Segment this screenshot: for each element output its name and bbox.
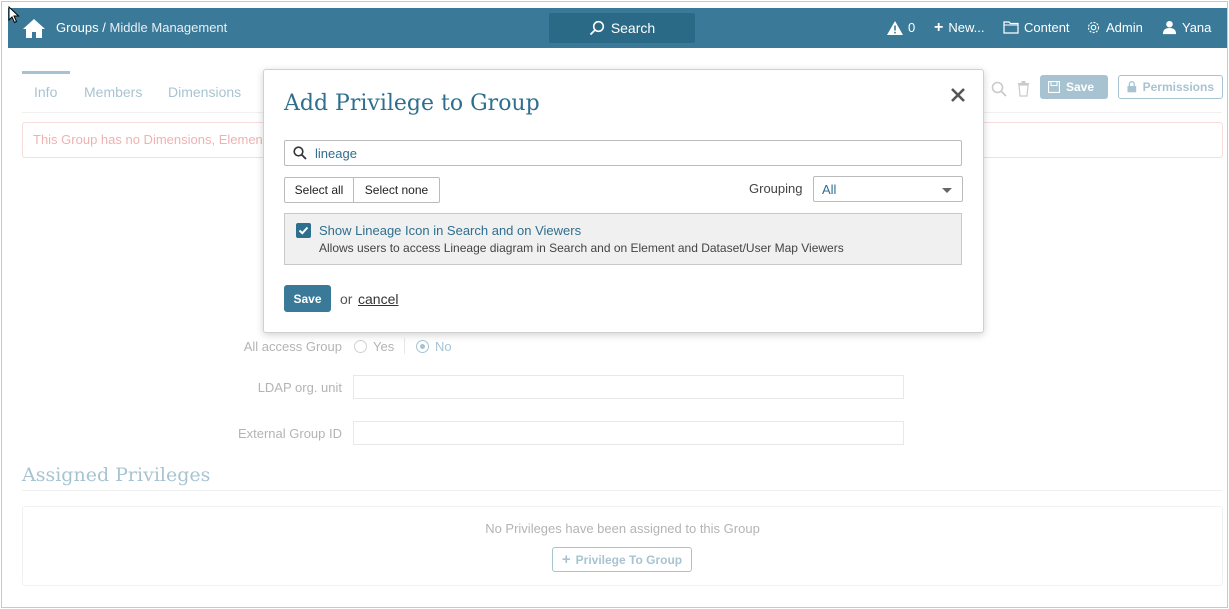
or-text: or <box>340 291 353 307</box>
tab-dimensions[interactable]: Dimensions <box>168 84 241 100</box>
checkmark-icon <box>298 226 309 235</box>
grouping-select[interactable]: All <box>813 176 963 202</box>
all-access-yes-label: Yes <box>373 339 395 354</box>
privilege-name[interactable]: Show Lineage Icon in Search and on Viewe… <box>319 223 581 238</box>
page-save-button[interactable]: Save <box>1040 75 1108 99</box>
privilege-description: Allows users to access Lineage diagram i… <box>319 241 844 255</box>
admin-menu-button[interactable]: Admin <box>1086 20 1143 35</box>
search-value: lineage <box>315 146 357 161</box>
grouping-value: All <box>822 182 837 197</box>
alerts-button[interactable]: 0 <box>887 20 915 35</box>
all-access-label: All access Group <box>243 339 342 354</box>
permissions-label: Permissions <box>1142 80 1214 94</box>
plus-icon: + <box>934 19 944 36</box>
cancel-link[interactable]: cancel <box>358 291 398 307</box>
gear-icon <box>1087 21 1100 34</box>
breadcrumb-separator: / <box>98 20 110 35</box>
app-window: Groups / Middle Management Search 0 + Ne… <box>1 1 1228 608</box>
user-menu-button[interactable]: Yana <box>1162 20 1211 35</box>
page-save-label: Save <box>1066 80 1095 94</box>
all-access-no-label: No <box>435 339 452 354</box>
magnifier-icon[interactable] <box>991 81 1007 97</box>
new-menu-label: New... <box>948 20 985 35</box>
admin-menu-label: Admin <box>1106 20 1143 35</box>
add-privilege-dialog: Add Privilege to Group lineage Select al… <box>263 69 984 333</box>
chevron-down-icon <box>942 188 952 193</box>
folder-icon <box>1003 21 1019 34</box>
search-icon <box>293 146 307 160</box>
all-access-no-radio[interactable] <box>416 340 429 353</box>
select-all-button[interactable]: Select all <box>284 177 354 203</box>
breadcrumb: Groups / Middle Management <box>56 20 227 35</box>
user-name: Yana <box>1182 20 1212 35</box>
top-nav-bar: Groups / Middle Management Search 0 + Ne… <box>8 8 1227 48</box>
tab-info[interactable]: Info <box>34 84 57 100</box>
alerts-count: 0 <box>908 20 916 35</box>
trash-icon[interactable] <box>1017 81 1030 97</box>
radio-divider <box>404 338 405 354</box>
content-menu-label: Content <box>1024 20 1070 35</box>
close-icon[interactable] <box>947 84 969 106</box>
privilege-list: Show Lineage Icon in Search and on Viewe… <box>284 213 962 265</box>
grouping-label: Grouping <box>749 181 803 196</box>
external-group-id-label: External Group ID <box>237 426 342 441</box>
add-privilege-button[interactable]: + Privilege To Group <box>552 547 692 572</box>
permissions-button[interactable]: Permissions <box>1118 75 1223 99</box>
breadcrumb-root[interactable]: Groups <box>56 20 99 35</box>
content-menu-button[interactable]: Content <box>1003 20 1070 35</box>
assigned-privileges-panel: No Privileges have been assigned to this… <box>22 506 1223 586</box>
search-icon <box>589 20 604 36</box>
external-group-id-input[interactable] <box>353 421 904 445</box>
add-privilege-label: Privilege To Group <box>575 552 683 567</box>
warning-icon <box>887 20 903 35</box>
home-icon[interactable] <box>22 17 46 39</box>
all-access-yes-radio[interactable] <box>354 340 367 353</box>
ldap-label: LDAP org. unit <box>257 380 342 395</box>
active-tab-indicator <box>22 71 70 74</box>
warning-text: This Group has no Dimensions, Elemen <box>33 132 263 147</box>
dialog-title: Add Privilege to Group <box>284 91 540 116</box>
floppy-icon <box>1048 81 1060 93</box>
search-button-label: Search <box>610 20 656 36</box>
breadcrumb-current: Middle Management <box>109 20 228 35</box>
privilege-search-input[interactable]: lineage <box>284 140 962 166</box>
privilege-checkbox[interactable] <box>296 223 311 238</box>
new-menu-button[interactable]: + New... <box>934 19 985 36</box>
tab-members[interactable]: Members <box>84 84 142 100</box>
user-icon <box>1162 20 1177 35</box>
global-search-button[interactable]: Search <box>549 13 695 43</box>
radio-dot <box>420 344 425 349</box>
ldap-org-unit-input[interactable] <box>353 375 904 399</box>
section-divider <box>22 490 1222 491</box>
plus-icon: + <box>561 550 571 568</box>
assigned-privileges-title: Assigned Privileges <box>22 464 211 486</box>
no-privileges-message: No Privileges have been assigned to this… <box>485 521 760 536</box>
select-none-button[interactable]: Select none <box>353 177 440 203</box>
lock-icon <box>1127 81 1137 93</box>
mouse-cursor-icon <box>8 6 20 24</box>
dialog-save-button[interactable]: Save <box>284 285 331 312</box>
